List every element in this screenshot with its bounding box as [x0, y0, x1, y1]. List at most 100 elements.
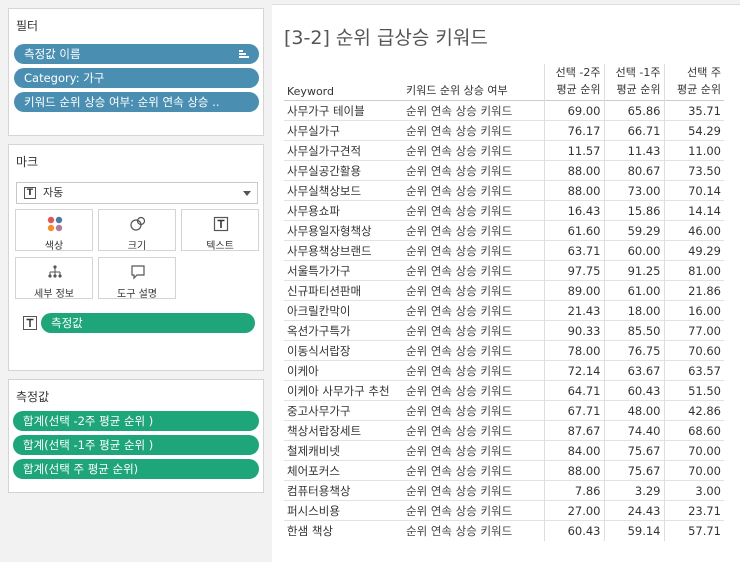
header-status[interactable]: 키워드 순위 상승 여부	[403, 64, 544, 101]
cell-week-minus-2: 61.60	[543, 220, 604, 241]
cell-week-minus-2: 88.00	[543, 180, 604, 201]
header-row: Keyword 키워드 순위 상승 여부 선택 -2주 평균 순위 선택 -1주…	[284, 64, 724, 101]
filters-title: 필터	[16, 19, 39, 33]
cell-keyword: 사무실가구	[287, 123, 340, 138]
filter-pill-category[interactable]: Category: 가구	[14, 68, 259, 88]
cell-keyword: 퍼시스비용	[287, 503, 340, 518]
table-row[interactable]: 컴퓨터용책상 순위 연속 상승 키워드 7.86 3.29 3.00	[284, 480, 724, 501]
cell-status: 순위 연속 상승 키워드	[406, 483, 513, 498]
cell-status: 순위 연속 상승 키워드	[406, 443, 513, 458]
marks-card: 마크 T 자동 색상 크기 텍스트 세부 정보 도구 설명 측정값	[8, 144, 264, 371]
cell-week-minus-1: 63.67	[603, 360, 664, 381]
cell-keyword: 사무용책상브랜드	[287, 243, 372, 258]
mark-type-dropdown[interactable]: T 자동	[16, 182, 258, 204]
view-panel: [3-2] 순위 급상승 키워드 Keyword 키워드 순위 상승 여부 선택…	[272, 0, 740, 562]
cell-status: 순위 연속 상승 키워드	[406, 203, 513, 218]
cell-keyword: 한샘 책상	[287, 523, 333, 538]
left-panel: 필터 측정값 이름 Category: 가구 키워드 순위 상승 여부: 순위 …	[0, 0, 270, 562]
cell-keyword: 이케아 사무가구 추천	[287, 383, 390, 398]
mark-type-label: 자동	[43, 186, 64, 199]
table-row[interactable]: 이케아 사무가구 추천 순위 연속 상승 키워드 64.71 60.43 51.50	[284, 380, 724, 401]
cell-week-0: 51.50	[663, 380, 724, 401]
cell-week-minus-1: 65.86	[603, 100, 664, 121]
table-row[interactable]: 철제캐비넷 순위 연속 상승 키워드 84.00 75.67 70.00	[284, 440, 724, 461]
measures-title: 측정값	[16, 390, 50, 404]
cell-week-0: 11.00	[663, 140, 724, 161]
header-line: 선택 -1주	[615, 66, 661, 79]
table-row[interactable]: 사무가구 테이블 순위 연속 상승 키워드 69.00 65.86 35.71	[284, 100, 724, 121]
cell-status: 순위 연속 상승 키워드	[406, 523, 513, 538]
cell-week-minus-2: 11.57	[543, 140, 604, 161]
header-week-minus-1[interactable]: 선택 -1주 평균 순위	[603, 64, 664, 101]
cell-week-minus-2: 16.43	[543, 200, 604, 221]
size-button[interactable]: 크기	[98, 209, 176, 252]
color-button[interactable]: 색상	[15, 209, 93, 252]
table-row[interactable]: 이동식서랍장 순위 연속 상승 키워드 78.00 76.75 70.60	[284, 340, 724, 361]
table-row[interactable]: 한샘 책상 순위 연속 상승 키워드 60.43 59.14 57.71	[284, 520, 724, 541]
cell-week-0: 57.71	[663, 520, 724, 541]
marks-text-pill[interactable]: 측정값	[41, 313, 255, 333]
text-icon	[213, 216, 229, 232]
table-row[interactable]: 퍼시스비용 순위 연속 상승 키워드 27.00 24.43 23.71	[284, 500, 724, 521]
crosstab: Keyword 키워드 순위 상승 여부 선택 -2주 평균 순위 선택 -1주…	[284, 64, 724, 541]
cell-week-minus-1: 66.71	[603, 120, 664, 141]
cell-week-minus-1: 91.25	[603, 260, 664, 281]
cell-week-minus-2: 84.00	[543, 440, 604, 461]
cell-week-0: 42.86	[663, 400, 724, 421]
cell-week-0: 21.86	[663, 280, 724, 301]
measures-card: 측정값 합계(선택 -2주 평균 순위 ) 합계(선택 -1주 평균 순위 ) …	[8, 379, 264, 493]
cell-week-0: 46.00	[663, 220, 724, 241]
cell-week-0: 49.29	[663, 240, 724, 261]
detail-button[interactable]: 세부 정보	[15, 257, 93, 300]
cell-keyword: 중고사무가구	[287, 403, 351, 418]
measure-pill-week-0[interactable]: 합계(선택 주 평균 순위)	[13, 459, 259, 479]
cell-week-0: 70.14	[663, 180, 724, 201]
table-row[interactable]: 사무용책상브랜드 순위 연속 상승 키워드 63.71 60.00 49.29	[284, 240, 724, 261]
table-row[interactable]: 옥션가구특가 순위 연속 상승 키워드 90.33 85.50 77.00	[284, 320, 724, 341]
header-line: 평균 순위	[616, 83, 661, 96]
measure-pill-label: 합계(선택 -2주 평균 순위 )	[23, 414, 154, 428]
cell-keyword: 사무용쇼파	[287, 203, 340, 218]
table-row[interactable]: 사무용일자형책상 순위 연속 상승 키워드 61.60 59.29 46.00	[284, 220, 724, 241]
cell-week-0: 16.00	[663, 300, 724, 321]
table-row[interactable]: 사무용쇼파 순위 연속 상승 키워드 16.43 15.86 14.14	[284, 200, 724, 221]
table-row[interactable]: 사무실가구견적 순위 연속 상승 키워드 11.57 11.43 11.00	[284, 140, 724, 161]
cell-keyword: 철제캐비넷	[287, 443, 340, 458]
cell-week-minus-1: 3.29	[603, 480, 664, 501]
cell-status: 순위 연속 상승 키워드	[406, 423, 513, 438]
text-button[interactable]: 텍스트	[181, 209, 259, 252]
cell-week-minus-1: 15.86	[603, 200, 664, 221]
table-row[interactable]: 사무실공간활용 순위 연속 상승 키워드 88.00 80.67 73.50	[284, 160, 724, 181]
filter-pill-label: 키워드 순위 상승 여부: 순위 연속 상승 ..	[24, 95, 220, 109]
table-row[interactable]: 신규파티션판매 순위 연속 상승 키워드 89.00 61.00 21.86	[284, 280, 724, 301]
cell-week-0: 70.00	[663, 460, 724, 481]
cell-week-minus-2: 67.71	[543, 400, 604, 421]
text-mark-icon: T	[24, 187, 36, 199]
table-row[interactable]: 체어포커스 순위 연속 상승 키워드 88.00 75.67 70.00	[284, 460, 724, 481]
table-row[interactable]: 이케아 순위 연속 상승 키워드 72.14 63.67 63.57	[284, 360, 724, 381]
cell-keyword: 사무실가구견적	[287, 143, 362, 158]
measure-pill-week-minus-1[interactable]: 합계(선택 -1주 평균 순위 )	[13, 435, 259, 455]
header-keyword[interactable]: Keyword	[284, 64, 403, 101]
table-row[interactable]: 아크릴칸막이 순위 연속 상승 키워드 21.43 18.00 16.00	[284, 300, 724, 321]
filters-card: 필터 측정값 이름 Category: 가구 키워드 순위 상승 여부: 순위 …	[8, 8, 264, 136]
table-row[interactable]: 사무실가구 순위 연속 상승 키워드 76.17 66.71 54.29	[284, 120, 724, 141]
cell-week-0: 3.00	[663, 480, 724, 501]
cell-week-minus-2: 21.43	[543, 300, 604, 321]
filter-pill-rank-rise[interactable]: 키워드 순위 상승 여부: 순위 연속 상승 ..	[14, 92, 259, 112]
cell-week-minus-2: 78.00	[543, 340, 604, 361]
table-row[interactable]: 사무실책상보드 순위 연속 상승 키워드 88.00 73.00 70.14	[284, 180, 724, 201]
cell-week-minus-2: 76.17	[543, 120, 604, 141]
measure-pill-week-minus-2[interactable]: 합계(선택 -2주 평균 순위 )	[13, 411, 259, 431]
cell-week-minus-2: 90.33	[543, 320, 604, 341]
table-row[interactable]: 서울특가가구 순위 연속 상승 키워드 97.75 91.25 81.00	[284, 260, 724, 281]
cell-keyword: 컴퓨터용책상	[287, 483, 351, 498]
table-row[interactable]: 중고사무가구 순위 연속 상승 키워드 67.71 48.00 42.86	[284, 400, 724, 421]
cell-status: 순위 연속 상승 키워드	[406, 123, 513, 138]
tooltip-button[interactable]: 도구 설명	[98, 257, 176, 300]
header-week-minus-2[interactable]: 선택 -2주 평균 순위	[543, 64, 604, 101]
cell-week-minus-1: 59.14	[603, 520, 664, 541]
filter-pill-measure-names[interactable]: 측정값 이름	[14, 44, 259, 64]
header-week-0[interactable]: 선택 주 평균 순위	[663, 64, 724, 101]
table-row[interactable]: 책상서랍장세트 순위 연속 상승 키워드 87.67 74.40 68.60	[284, 420, 724, 441]
